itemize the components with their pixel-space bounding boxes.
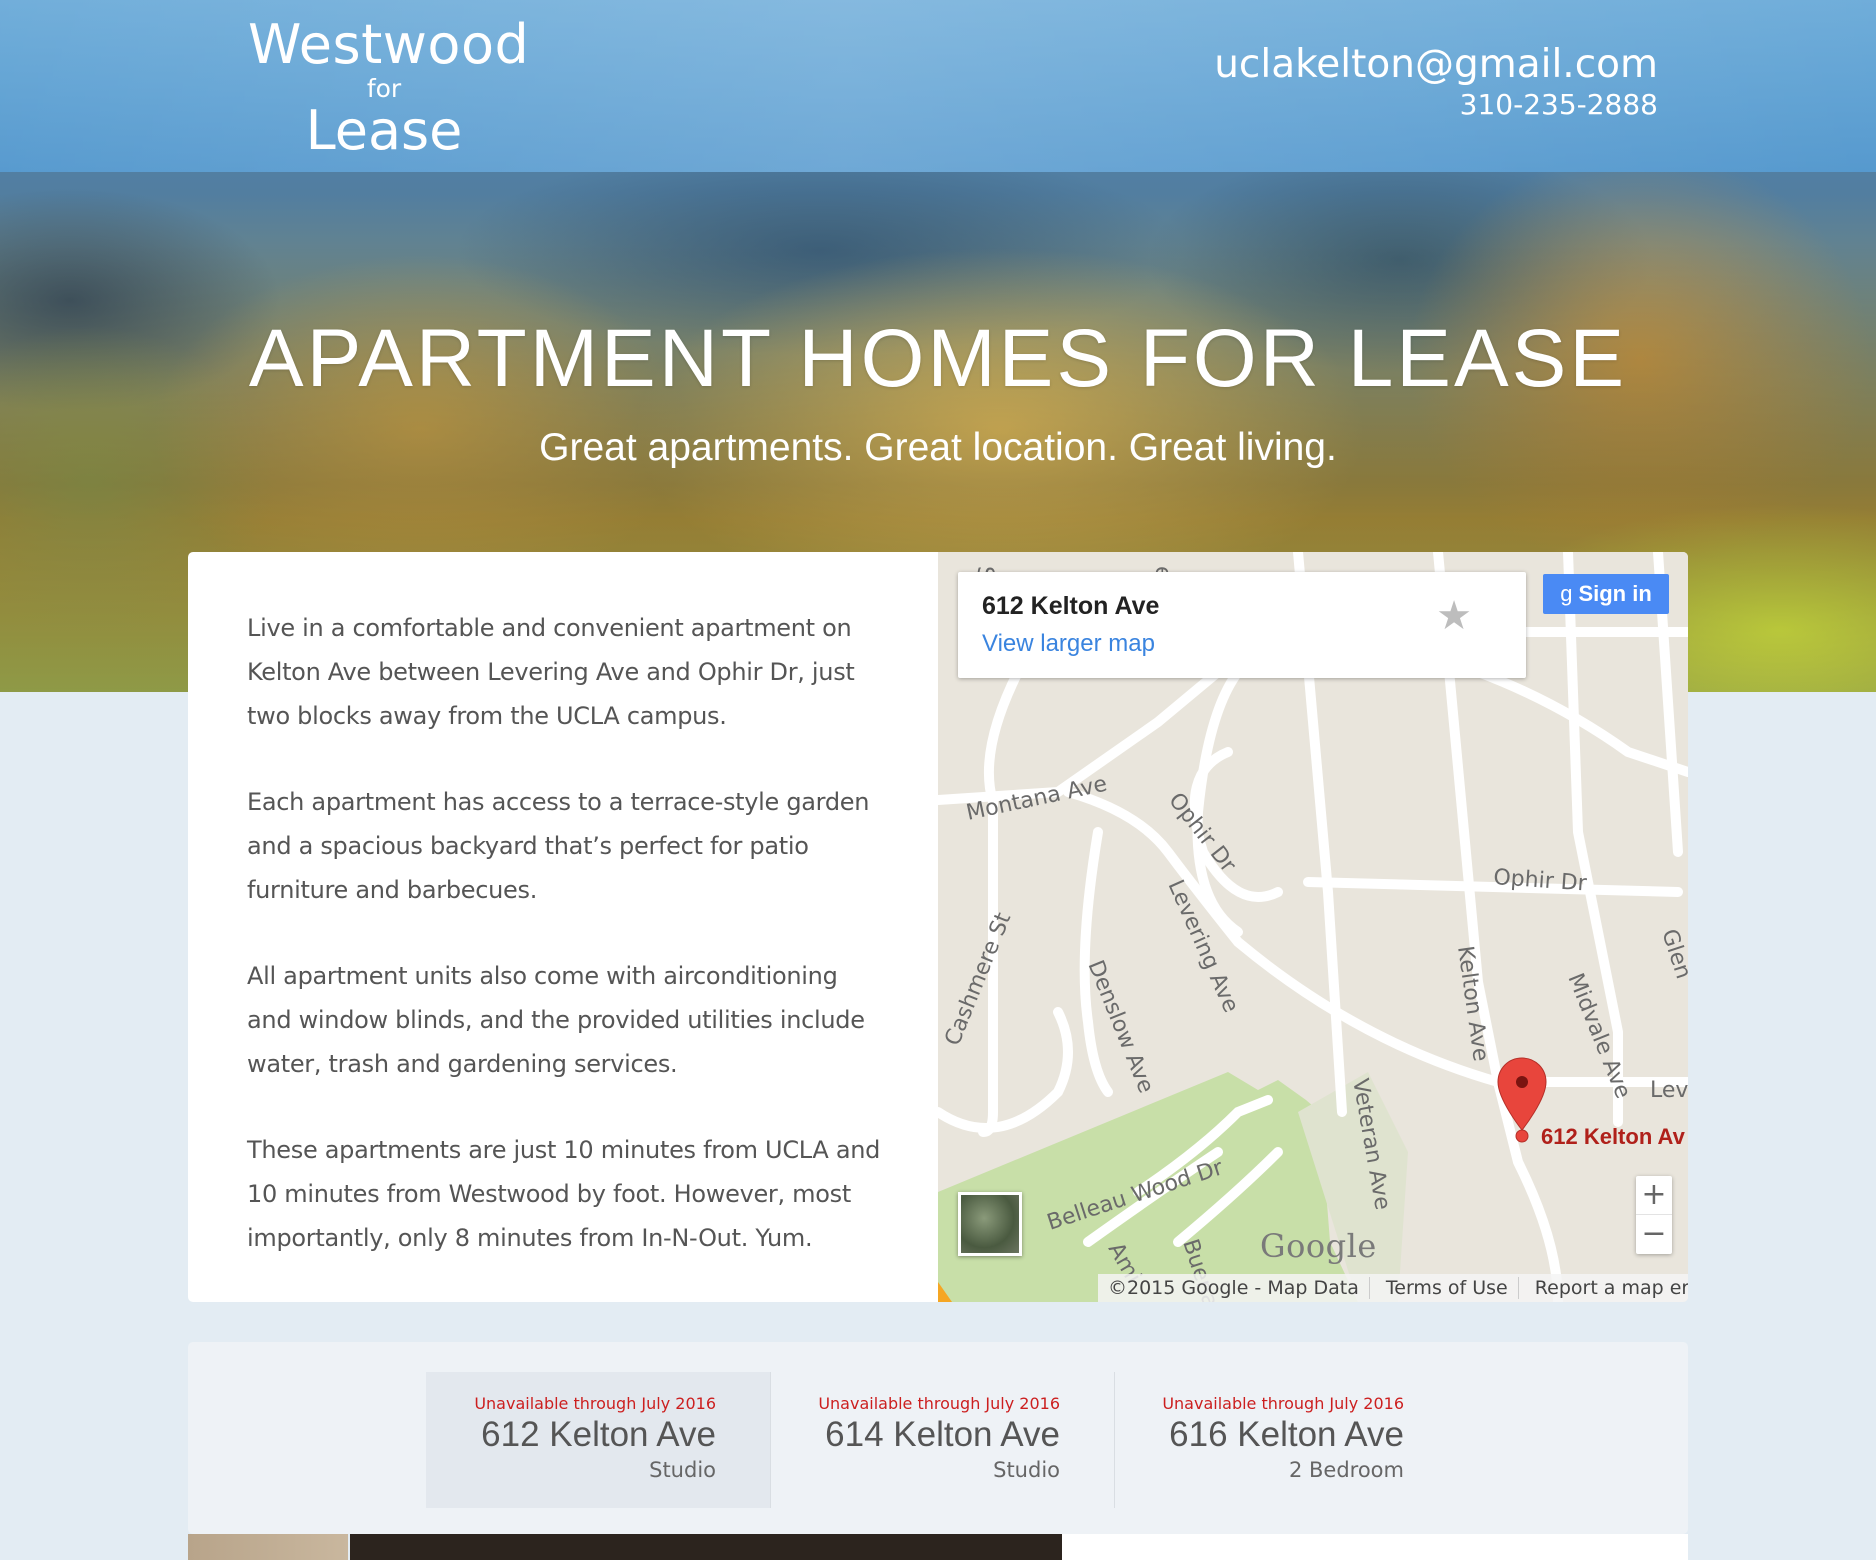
unit-tab-614[interactable]: Unavailable through July 2016 614 Kelton… bbox=[770, 1372, 1114, 1508]
description-paragraph: Each apartment has access to a terrace-s… bbox=[247, 788, 870, 904]
hero-title: APARTMENT HOMES FOR LEASE bbox=[248, 313, 1628, 404]
contact-phone-link[interactable]: 310-235-2888 bbox=[1214, 90, 1658, 120]
hero-subtitle: Great apartments. Great location. Great … bbox=[539, 426, 1337, 469]
unit-type: Studio bbox=[649, 1458, 716, 1482]
satellite-view-toggle[interactable] bbox=[958, 1192, 1022, 1256]
gallery-photo[interactable] bbox=[350, 1534, 1062, 1560]
report-map-error-link[interactable]: Report a map error bbox=[1525, 1277, 1688, 1299]
map-marker-label: 612 Kelton Av bbox=[1541, 1124, 1685, 1149]
description-paragraph: Live in a comfortable and convenient apa… bbox=[247, 614, 855, 730]
sign-in-label: Sign in bbox=[1578, 581, 1652, 606]
unit-availability: Unavailable through July 2016 bbox=[1162, 1394, 1404, 1413]
zoom-out-button[interactable]: − bbox=[1636, 1215, 1672, 1254]
unit-address: 614 Kelton Ave bbox=[825, 1415, 1060, 1454]
street-label: Denslow Ave bbox=[1082, 957, 1158, 1097]
street-label: Cashmere St bbox=[940, 909, 1016, 1049]
google-logo: Google bbox=[1260, 1227, 1377, 1265]
unit-type: 2 Bedroom bbox=[1288, 1458, 1404, 1482]
site-logo[interactable]: Westwood for Lease bbox=[248, 13, 530, 162]
contact-info: uclakelton@gmail.com 310-235-2888 bbox=[1214, 40, 1658, 120]
terms-of-use-link[interactable]: Terms of Use bbox=[1375, 1277, 1519, 1299]
map-place-title: 612 Kelton Ave bbox=[982, 592, 1160, 620]
google-g-icon: g bbox=[1560, 581, 1573, 606]
google-map-embed[interactable]: Montana Ave Ophir Dr Ophir Dr Levering A… bbox=[938, 552, 1688, 1302]
save-star-icon[interactable]: ★ bbox=[1436, 596, 1472, 636]
unit-type: Studio bbox=[993, 1458, 1060, 1482]
gallery-photo[interactable] bbox=[188, 1534, 348, 1560]
map-sign-in-button[interactable]: g Sign in bbox=[1543, 574, 1669, 614]
property-description: Live in a comfortable and convenient apa… bbox=[247, 606, 887, 1302]
map-zoom-controls: + − bbox=[1636, 1176, 1672, 1254]
map-place-card: 612 Kelton Ave View larger map ★ bbox=[958, 572, 1526, 678]
unit-address: 612 Kelton Ave bbox=[481, 1415, 716, 1454]
description-paragraph: These apartments are just 10 minutes fro… bbox=[247, 1136, 881, 1252]
property-info-card: Live in a comfortable and convenient apa… bbox=[188, 552, 1688, 1302]
view-larger-map-link[interactable]: View larger map bbox=[982, 630, 1155, 658]
street-label: Leve bbox=[1650, 1078, 1688, 1103]
contact-email-link[interactable]: uclakelton@gmail.com bbox=[1214, 40, 1658, 90]
unit-availability: Unavailable through July 2016 bbox=[474, 1394, 716, 1413]
gallery-panel bbox=[1062, 1534, 1688, 1560]
zoom-in-button[interactable]: + bbox=[1636, 1176, 1672, 1215]
street-label: Glen bbox=[1656, 926, 1688, 982]
map-attribution-bar: ©2015 Google - Map Data Terms of Use Rep… bbox=[1098, 1274, 1688, 1302]
map-data-link[interactable]: ©2015 Google - Map Data bbox=[1098, 1277, 1370, 1299]
logo-line-lease: Lease bbox=[305, 99, 463, 162]
unit-tab-616[interactable]: Unavailable through July 2016 616 Kelton… bbox=[1114, 1372, 1458, 1508]
unit-selector: Unavailable through July 2016 612 Kelton… bbox=[188, 1342, 1688, 1534]
unit-tab-612[interactable]: Unavailable through July 2016 612 Kelton… bbox=[426, 1372, 770, 1508]
description-paragraph: All apartment units also come with airco… bbox=[247, 962, 865, 1078]
logo-line-westwood: Westwood bbox=[248, 13, 530, 76]
unit-address: 616 Kelton Ave bbox=[1169, 1415, 1404, 1454]
unit-availability: Unavailable through July 2016 bbox=[818, 1394, 1060, 1413]
